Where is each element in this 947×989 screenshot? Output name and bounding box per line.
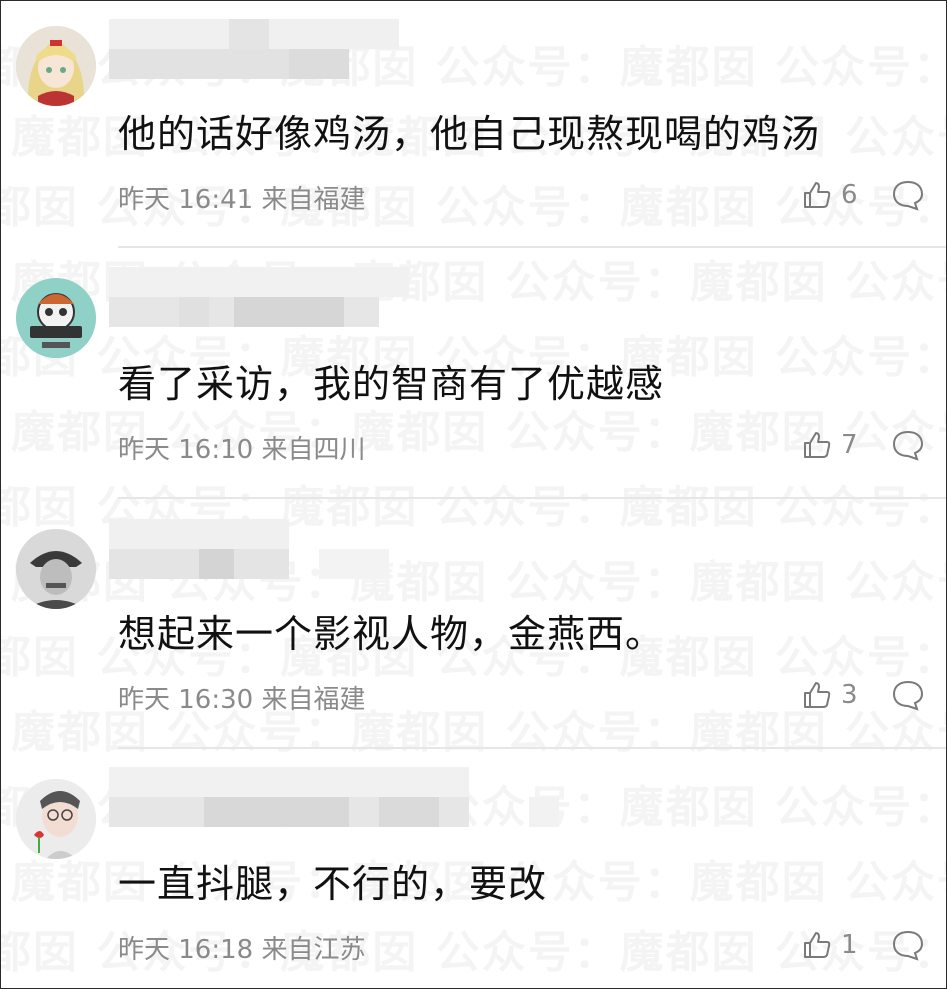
like-count: 6 (841, 180, 858, 210)
comment-bubble-icon[interactable] (891, 679, 925, 711)
comment-list: 魔都囡 公众号：魔都囡 公众号：魔都囡 公众号：魔都囡 魔都囡 公众号：魔都囡 … (0, 0, 947, 989)
comment-meta: 昨天 16:41 来自福建 (118, 185, 366, 215)
comment-text: 看了采访，我的智商有了优越感 (118, 362, 665, 406)
thumbs-up-icon (804, 182, 831, 208)
like-button[interactable]: 1 (801, 929, 858, 961)
comment-text: 他的话好像鸡汤，他自己现熬现喝的鸡汤 (118, 112, 821, 156)
thumbs-up-icon (804, 432, 831, 458)
comment-item: 一直抖腿，不行的，要改 昨天 16:18 来自江苏 1 (1, 751, 946, 988)
divider (118, 497, 946, 499)
comment-text: 一直抖腿，不行的，要改 (118, 862, 548, 906)
comment-bubble-icon[interactable] (891, 929, 925, 961)
avatar[interactable] (16, 529, 96, 609)
comment-meta: 昨天 16:10 来自四川 (118, 435, 366, 465)
username-blurred[interactable] (109, 19, 409, 81)
divider (118, 246, 946, 248)
avatar[interactable] (16, 779, 96, 859)
like-button[interactable]: 7 (801, 429, 858, 461)
comment-meta: 昨天 16:30 来自福建 (118, 685, 366, 715)
like-button[interactable]: 3 (801, 679, 858, 711)
cartoon-skull-avatar-icon (16, 278, 96, 358)
anime-girl-avatar-icon (16, 26, 96, 106)
comment-bubble-icon[interactable] (891, 429, 925, 461)
username-blurred[interactable] (109, 519, 409, 581)
like-count: 7 (841, 430, 858, 460)
username-blurred[interactable] (109, 767, 559, 829)
thumbs-up-icon (804, 682, 831, 708)
comment-meta: 昨天 16:18 来自江苏 (118, 935, 366, 965)
comment-item: 看了采访，我的智商有了优越感 昨天 16:10 来自四川 7 (1, 251, 946, 501)
vintage-portrait-avatar-icon (16, 529, 96, 609)
like-button[interactable]: 6 (801, 179, 858, 211)
like-count: 3 (841, 680, 858, 710)
like-count: 1 (841, 930, 858, 960)
girl-with-flower-avatar-icon (16, 779, 96, 859)
comment-item: 想起来一个影视人物，金燕西。 昨天 16:30 来自福建 3 (1, 501, 946, 751)
divider (118, 747, 946, 749)
avatar[interactable] (16, 278, 96, 358)
username-blurred[interactable] (109, 267, 409, 329)
comment-text: 想起来一个影视人物，金燕西。 (118, 612, 665, 656)
thumbs-up-icon (804, 932, 831, 958)
comment-bubble-icon[interactable] (891, 179, 925, 211)
avatar[interactable] (16, 26, 96, 106)
comment-item: 他的话好像鸡汤，他自己现熬现喝的鸡汤 昨天 16:41 来自福建 6 (1, 1, 946, 251)
